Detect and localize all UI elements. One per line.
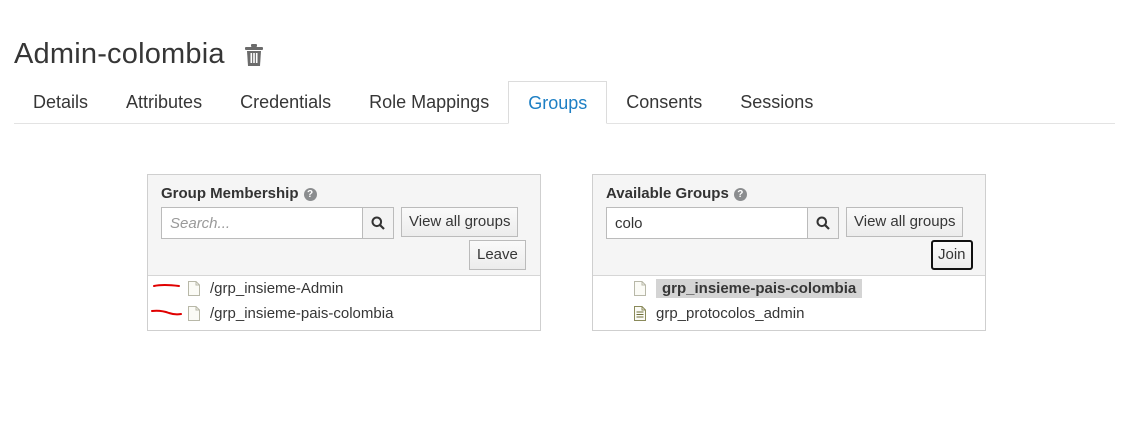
group-membership-label: Group Membership	[161, 185, 299, 202]
available-item-label: grp_protocolos_admin	[656, 305, 805, 322]
membership-list: /grp_insieme-Admin /grp_insieme-pais-col…	[148, 276, 540, 326]
membership-search-input[interactable]	[161, 207, 362, 239]
list-item[interactable]: grp_protocolos_admin	[593, 301, 985, 326]
tab-attributes[interactable]: Attributes	[107, 81, 221, 123]
available-search	[606, 207, 839, 239]
help-icon[interactable]: ?	[303, 188, 317, 201]
tab-details[interactable]: Details	[14, 81, 107, 123]
available-view-all-button[interactable]: View all groups	[846, 207, 964, 237]
tab-bar: Details Attributes Credentials Role Mapp…	[14, 81, 1115, 124]
search-icon[interactable]	[362, 207, 394, 239]
membership-search	[161, 207, 394, 239]
tab-credentials[interactable]: Credentials	[221, 81, 350, 123]
tab-sessions[interactable]: Sessions	[721, 81, 832, 123]
tab-role-mappings[interactable]: Role Mappings	[350, 81, 508, 123]
list-item[interactable]: /grp_insieme-pais-colombia	[148, 301, 540, 326]
page-header: Admin-colombia	[14, 34, 265, 74]
file-icon	[188, 281, 200, 296]
available-item-label: grp_insieme-pais-colombia	[656, 279, 863, 298]
group-membership-panel: Group Membership? View all groups Leave …	[147, 174, 541, 331]
membership-item-label: /grp_insieme-Admin	[210, 280, 344, 297]
membership-item-label: /grp_insieme-pais-colombia	[210, 305, 394, 322]
list-item[interactable]: /grp_insieme-Admin	[148, 276, 540, 301]
file-text-icon	[634, 306, 646, 321]
membership-view-all-button[interactable]: View all groups	[401, 207, 519, 237]
file-icon	[188, 306, 200, 321]
annotation-marks	[151, 284, 182, 316]
tab-groups[interactable]: Groups	[508, 81, 608, 124]
leave-button[interactable]: Leave	[469, 240, 526, 270]
available-groups-label: Available Groups	[606, 185, 729, 202]
available-groups-header: Available Groups? View all groups Join	[593, 175, 985, 276]
available-list: grp_insieme-pais-colombia grp_protocolos…	[593, 276, 985, 326]
search-icon[interactable]	[807, 207, 839, 239]
trash-icon[interactable]	[243, 43, 265, 67]
group-membership-header: Group Membership? View all groups Leave	[148, 175, 540, 276]
available-groups-panel: Available Groups? View all groups Join g…	[592, 174, 986, 331]
page-title: Admin-colombia	[14, 37, 225, 70]
available-search-input[interactable]	[606, 207, 807, 239]
tab-consents[interactable]: Consents	[607, 81, 721, 123]
file-icon	[634, 281, 646, 296]
help-icon[interactable]: ?	[733, 188, 747, 201]
join-button[interactable]: Join	[931, 240, 973, 270]
list-item[interactable]: grp_insieme-pais-colombia	[593, 276, 985, 301]
